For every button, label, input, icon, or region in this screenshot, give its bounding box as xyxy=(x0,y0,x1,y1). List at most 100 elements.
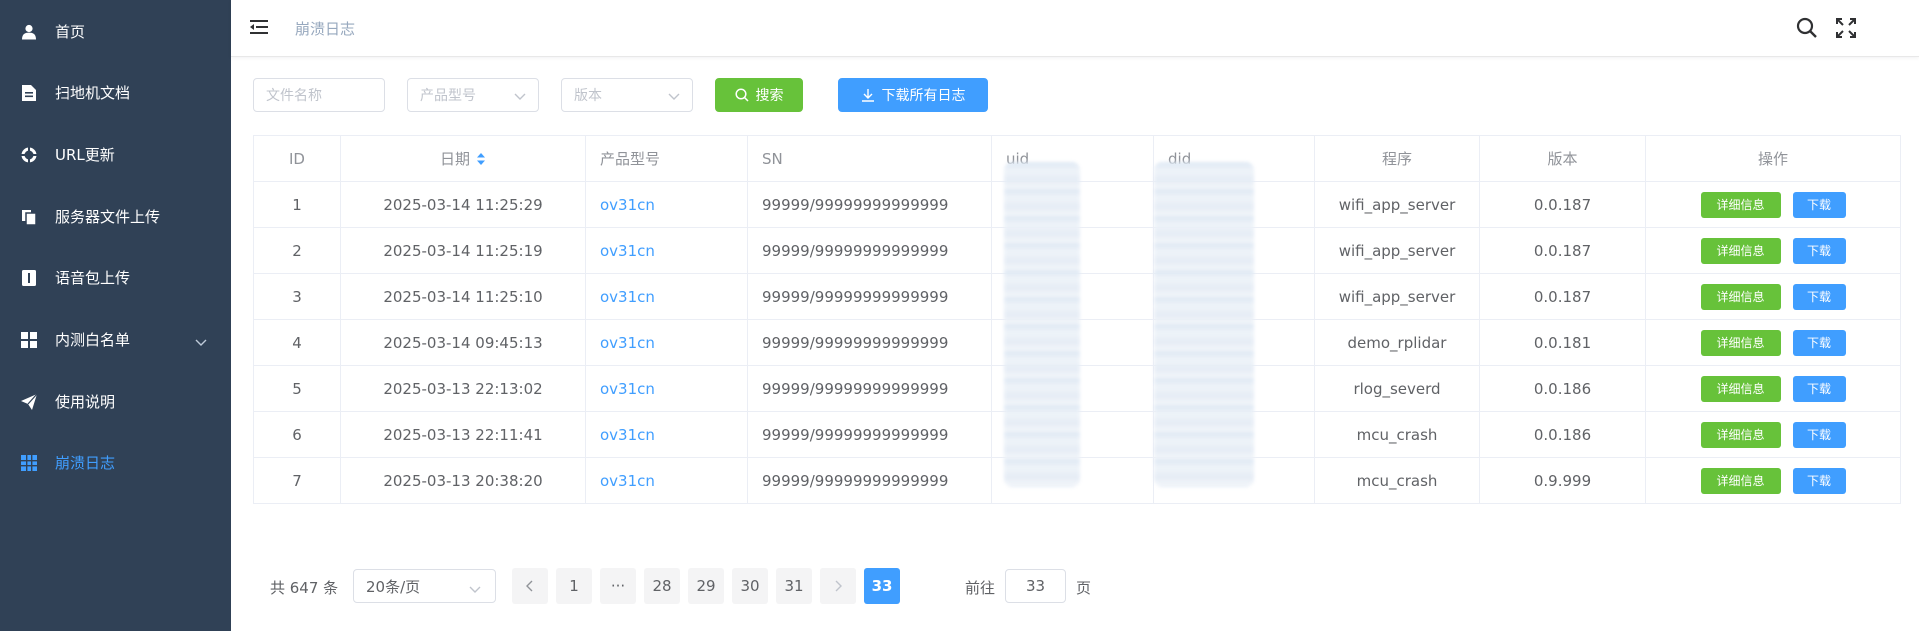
page-button-1[interactable]: 1 xyxy=(556,568,592,604)
search-icon xyxy=(734,88,749,102)
page-ellipsis[interactable]: ··· xyxy=(600,568,636,604)
cell-version: 0.9.999 xyxy=(1480,458,1646,503)
cell-actions: 详细信息 下载 xyxy=(1646,320,1901,365)
sidebar-item-whitelist[interactable]: 内测白名单 xyxy=(0,309,231,370)
prev-page-button[interactable] xyxy=(512,568,548,604)
search-button[interactable]: 搜索 xyxy=(715,78,803,112)
cell-id: 7 xyxy=(254,458,341,503)
cell-sn: 99999/99999999999999 xyxy=(748,458,992,503)
fullscreen-icon[interactable] xyxy=(1835,17,1857,39)
search-icon[interactable] xyxy=(1796,17,1818,39)
cell-model[interactable]: ov31cn xyxy=(586,320,748,365)
product-model-select[interactable]: 产品型号 xyxy=(407,78,539,112)
download-button[interactable]: 下载 xyxy=(1792,329,1846,356)
detail-button[interactable]: 详细信息 xyxy=(1700,329,1781,356)
cell-program: mcu_crash xyxy=(1315,458,1480,503)
sort-icon[interactable] xyxy=(476,152,486,166)
sidebar-item-label: 服务器文件上传 xyxy=(55,208,161,226)
goto-label: 前往 xyxy=(965,579,996,597)
cell-id: 4 xyxy=(254,320,341,365)
download-button[interactable]: 下载 xyxy=(1792,191,1846,218)
cell-version: 0.0.187 xyxy=(1480,228,1646,273)
redacted-did-region xyxy=(1154,162,1254,487)
download-all-button[interactable]: 下载所有日志 xyxy=(838,78,988,112)
page-button-30[interactable]: 30 xyxy=(732,568,768,604)
chevron-down-icon xyxy=(668,90,680,102)
cell-id: 1 xyxy=(254,182,341,227)
cell-model[interactable]: ov31cn xyxy=(586,228,748,273)
cell-sn: 99999/99999999999999 xyxy=(748,320,992,365)
sidebar-item-url-update[interactable]: URL更新 xyxy=(0,124,231,185)
col-header-date[interactable]: 日期 xyxy=(341,136,586,181)
sidebar-item-robot-docs[interactable]: 扫地机文档 xyxy=(0,62,231,123)
page-size-select[interactable]: 20条/页 xyxy=(353,569,496,603)
document-icon xyxy=(21,84,37,101)
cell-sn: 99999/99999999999999 xyxy=(748,412,992,457)
cell-sn: 99999/99999999999999 xyxy=(748,182,992,227)
sidebar-item-crash-logs[interactable]: 崩溃日志 xyxy=(0,432,231,493)
sidebar-item-label: URL更新 xyxy=(55,146,115,164)
download-button[interactable]: 下载 xyxy=(1792,375,1846,402)
col-header-sn: SN xyxy=(748,136,992,181)
detail-button[interactable]: 详细信息 xyxy=(1700,467,1781,494)
detail-button[interactable]: 详细信息 xyxy=(1700,237,1781,264)
cell-sn: 99999/99999999999999 xyxy=(748,228,992,273)
sidebar-item-guide[interactable]: 使用说明 xyxy=(0,371,231,432)
sidebar-item-label: 使用说明 xyxy=(55,393,116,411)
file-name-placeholder: 文件名称 xyxy=(266,88,322,104)
goto-page-input[interactable]: 33 xyxy=(1005,569,1066,603)
download-button[interactable]: 下载 xyxy=(1792,283,1846,310)
chevron-left-icon xyxy=(526,580,533,592)
detail-button[interactable]: 详细信息 xyxy=(1700,283,1781,310)
cell-model[interactable]: ov31cn xyxy=(586,458,748,503)
pagination: 共 647 条 20条/页 1···282930313233 前往 33 页 xyxy=(231,568,1919,604)
sidebar-item-home[interactable]: 首页 xyxy=(0,1,231,62)
detail-button[interactable]: 详细信息 xyxy=(1700,375,1781,402)
col-header-id: ID xyxy=(254,136,341,181)
sidebar-item-voice-upload[interactable]: 语音包上传 xyxy=(0,247,231,308)
cell-model[interactable]: ov31cn xyxy=(586,366,748,411)
refresh-icon xyxy=(21,146,37,163)
cell-id: 2 xyxy=(254,228,341,273)
hamburger-menu-icon[interactable] xyxy=(249,17,269,37)
version-select[interactable]: 版本 xyxy=(561,78,693,112)
cell-date: 2025-03-13 20:38:20 xyxy=(341,458,586,503)
next-page-button[interactable] xyxy=(820,568,856,604)
sidebar-item-server-upload[interactable]: 服务器文件上传 xyxy=(0,186,231,247)
copy-file-icon xyxy=(21,209,37,225)
cell-model[interactable]: ov31cn xyxy=(586,182,748,227)
sidebar-item-label: 崩溃日志 xyxy=(55,454,116,472)
main-content: 崩溃日志 文件名称 产品型号 版本 搜索 下载所有日志 ID 日期 产品型号 S… xyxy=(231,0,1919,631)
download-button[interactable]: 下载 xyxy=(1792,237,1846,264)
cell-version: 0.0.187 xyxy=(1480,274,1646,319)
grid-icon xyxy=(21,331,37,348)
page-button-28[interactable]: 28 xyxy=(644,568,680,604)
cell-date: 2025-03-14 11:25:19 xyxy=(341,228,586,273)
page-button-31[interactable]: 31 xyxy=(776,568,812,604)
cell-program: wifi_app_server xyxy=(1315,228,1480,273)
download-button[interactable]: 下载 xyxy=(1792,467,1846,494)
cell-actions: 详细信息 下载 xyxy=(1646,228,1901,273)
search-button-label: 搜索 xyxy=(755,88,784,104)
cell-program: wifi_app_server xyxy=(1315,274,1480,319)
detail-button[interactable]: 详细信息 xyxy=(1700,421,1781,448)
cell-actions: 详细信息 下载 xyxy=(1646,412,1901,457)
cell-actions: 详细信息 下载 xyxy=(1646,366,1901,411)
file-name-input[interactable]: 文件名称 xyxy=(253,78,385,112)
cell-model[interactable]: ov31cn xyxy=(586,274,748,319)
page-suffix-label: 页 xyxy=(1076,579,1092,597)
redacted-uid-region xyxy=(1004,162,1080,487)
page-button-33[interactable]: 33 xyxy=(864,568,900,604)
download-button[interactable]: 下载 xyxy=(1792,421,1846,448)
cell-date: 2025-03-13 22:11:41 xyxy=(341,412,586,457)
cell-date: 2025-03-14 09:45:13 xyxy=(341,320,586,365)
chevron-down-icon xyxy=(195,334,207,346)
cell-program: rlog_severd xyxy=(1315,366,1480,411)
cell-sn: 99999/99999999999999 xyxy=(748,366,992,411)
version-placeholder: 版本 xyxy=(574,88,602,104)
cell-model[interactable]: ov31cn xyxy=(586,412,748,457)
chevron-down-icon xyxy=(469,581,481,593)
detail-button[interactable]: 详细信息 xyxy=(1700,191,1781,218)
page-button-29[interactable]: 29 xyxy=(688,568,724,604)
send-icon xyxy=(21,393,37,410)
